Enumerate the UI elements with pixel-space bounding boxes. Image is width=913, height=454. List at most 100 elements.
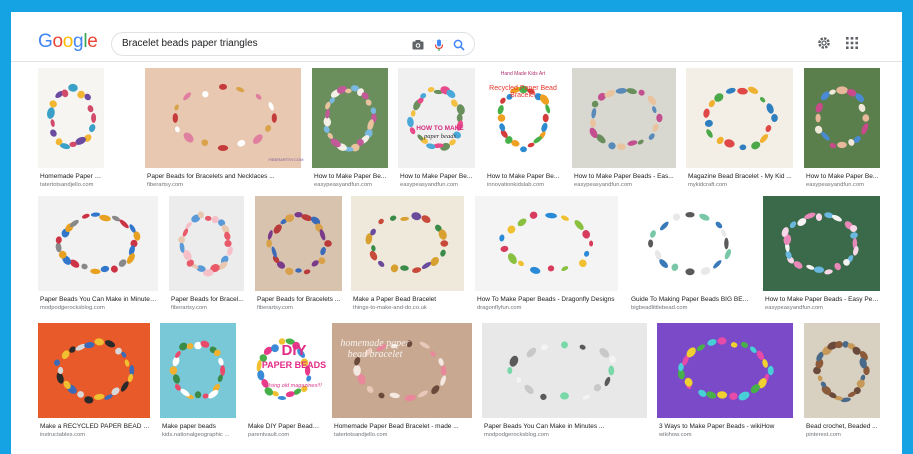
result-title[interactable]: Paper Beads for Bracelets and Necklaces … — [147, 173, 301, 180]
image-result[interactable]: Make a Paper Bead Bracelet things-to-make… — [351, 196, 464, 321]
result-title[interactable]: How To Make Paper Beads - Dragonfly Desi… — [477, 296, 618, 303]
result-source: tatertotsandjello.com — [334, 432, 388, 438]
result-thumbnail[interactable] — [38, 323, 150, 418]
result-thumbnail[interactable] — [475, 196, 618, 291]
image-result[interactable]: 3 Ways to Make Paper Beads - wikiHow wiki… — [657, 323, 793, 448]
result-thumbnail[interactable] — [398, 68, 475, 168]
image-result[interactable]: Paper Beads for Bracel... fiberartsy.com — [169, 196, 244, 321]
result-title[interactable]: Bead crochet, Beaded ... — [806, 423, 880, 430]
result-source: kids.nationalgeographic ... — [162, 432, 230, 438]
search-box[interactable]: Bracelet beads paper triangles — [111, 32, 475, 56]
search-icon[interactable] — [452, 38, 466, 52]
image-result[interactable]: Paper Beads You Can Make in Minutes... mo… — [38, 196, 158, 321]
result-title[interactable]: Homemade Paper Bead Bracelet - made ... — [334, 423, 472, 430]
image-result[interactable]: How to Make Paper Be... easypeasyandfun.c… — [804, 68, 880, 198]
result-source: parentvault.com — [248, 432, 290, 438]
image-result[interactable]: How To Make Paper Beads - Dragonfly Desi… — [475, 196, 618, 321]
result-title[interactable]: How to Make Paper Beads - Easy Pea... — [765, 296, 880, 303]
browser-page: Google Bracelet beads paper triangles Ho… — [11, 12, 902, 454]
result-title[interactable]: 3 Ways to Make Paper Beads - wikiHow — [659, 423, 793, 430]
image-result[interactable]: Bead crochet, Beaded ... pinterest.com — [804, 323, 880, 448]
image-result[interactable]: Paper Beads for Bracelets and Necklaces … — [145, 68, 301, 198]
result-thumbnail[interactable] — [485, 68, 562, 168]
result-thumbnail[interactable] — [38, 68, 104, 168]
result-source: easypeasyandfun.com — [574, 182, 633, 188]
result-title[interactable]: How to Make Paper Beads - Eas... — [574, 173, 676, 180]
thumb-title: Recycled Paper Bead Bracelet — [489, 85, 557, 100]
result-title[interactable]: Homemade Paper Bead Brace... — [40, 173, 104, 180]
result-source: pinterest.com — [806, 432, 841, 438]
thumb-watermark-title: homemade paper bead bracelet — [340, 338, 410, 360]
result-thumbnail[interactable] — [255, 196, 342, 291]
thumb-subtitle: paper beads — [424, 133, 456, 140]
camera-icon[interactable] — [411, 38, 425, 52]
logo-letter: g — [73, 31, 84, 52]
microphone-icon[interactable] — [432, 38, 446, 52]
result-source: easypeasyandfun.com — [806, 182, 865, 188]
image-result[interactable]: How to Make Paper Be... easypeasyandfun.c… — [312, 68, 388, 198]
image-result[interactable]: How to Make Paper Beads - Easy Pea... eas… — [763, 196, 880, 321]
image-result[interactable]: Make paper beads kids.nationalgeographic … — [160, 323, 236, 448]
thumb-title: DIY — [281, 342, 307, 359]
result-thumbnail[interactable] — [763, 196, 880, 291]
result-title[interactable]: How to Make Paper Be... — [314, 173, 388, 180]
result-source: wikihow.com — [659, 432, 692, 438]
image-result[interactable]: Guide To Making Paper Beads BIG BEA... bi… — [629, 196, 751, 321]
thumb-title: HOW TO MAKE — [416, 125, 464, 132]
image-result[interactable]: Paper Beads for Bracelets ... fiberartsy.… — [255, 196, 342, 321]
result-thumbnail[interactable] — [351, 196, 464, 291]
result-title[interactable]: How to Make Paper Be... — [400, 173, 475, 180]
logo-letter: e — [87, 31, 98, 52]
image-result[interactable]: Paper Beads You Can Make in Minutes ... m… — [482, 323, 647, 448]
result-source: instructables.com — [40, 432, 86, 438]
settings-icon[interactable] — [817, 36, 831, 50]
result-title[interactable]: How to Make Paper Be... — [487, 173, 562, 180]
thumb-title: PAPER BEADS — [261, 360, 327, 370]
image-result[interactable]: Make a RECYCLED PAPER BEAD Br... instruct… — [38, 323, 150, 448]
result-title[interactable]: Make DIY Paper Beads ... — [248, 423, 322, 430]
image-result[interactable]: How to Make Paper Beads - Eas... easypeas… — [572, 68, 676, 198]
result-source: easypeasyandfun.com — [314, 182, 373, 188]
result-thumbnail[interactable] — [804, 68, 880, 168]
result-title[interactable]: Paper Beads for Bracelets ... — [257, 296, 342, 303]
result-title[interactable]: Make a Paper Bead Bracelet — [353, 296, 464, 303]
result-title[interactable]: How to Make Paper Be... — [806, 173, 880, 180]
result-title[interactable]: Paper Beads for Bracel... — [171, 296, 244, 303]
result-source: fiberartsy.com — [257, 305, 293, 311]
result-title[interactable]: Make paper beads — [162, 423, 236, 430]
result-thumbnail[interactable] — [160, 323, 236, 418]
result-title[interactable]: Paper Beads You Can Make in Minutes ... — [484, 423, 647, 430]
result-thumbnail[interactable] — [482, 323, 647, 418]
result-thumbnail[interactable] — [312, 68, 388, 168]
result-source: mykidcraft.com — [688, 182, 727, 188]
logo-letter: o — [62, 31, 74, 52]
result-source: tatertotsandjello.com — [40, 182, 94, 188]
result-title[interactable]: Make a RECYCLED PAPER BEAD Br... — [40, 423, 150, 430]
result-thumbnail[interactable] — [629, 196, 751, 291]
result-title[interactable]: Magazine Bead Bracelet - My Kid ... — [688, 173, 793, 180]
search-input[interactable]: Bracelet beads paper triangles — [122, 38, 258, 49]
thumb-subtitle: Using old magazines!!! — [266, 383, 322, 389]
google-logo[interactable]: Google — [38, 31, 98, 53]
image-result[interactable]: Homemade Paper Bead Brace... tatertotsand… — [38, 68, 104, 198]
result-thumbnail[interactable] — [246, 323, 322, 418]
result-source: fiberartsy.com — [147, 182, 183, 188]
result-source: innovationkidslab.com — [487, 182, 545, 188]
result-thumbnail[interactable] — [38, 196, 158, 291]
result-source: modpodgerocksblog.com — [40, 305, 105, 311]
result-thumbnail[interactable] — [686, 68, 793, 168]
result-thumbnail[interactable] — [572, 68, 676, 168]
search-header: Google Bracelet beads paper triangles — [11, 12, 902, 62]
result-source: fiberartsy.com — [171, 305, 207, 311]
result-thumbnail[interactable] — [657, 323, 793, 418]
image-result[interactable]: Magazine Bead Bracelet - My Kid ... mykid… — [686, 68, 793, 198]
result-source: dragonflyfun.com — [477, 305, 522, 311]
result-thumbnail[interactable] — [145, 68, 301, 168]
result-title[interactable]: Paper Beads You Can Make in Minutes... — [40, 296, 158, 303]
apps-grid-icon[interactable] — [846, 37, 858, 49]
result-thumbnail[interactable] — [804, 323, 880, 418]
result-title[interactable]: Guide To Making Paper Beads BIG BEA... — [631, 296, 751, 303]
logo-letter: G — [38, 31, 53, 52]
thumb-label: Hand Made Kids Art — [500, 71, 546, 77]
result-thumbnail[interactable] — [169, 196, 244, 291]
